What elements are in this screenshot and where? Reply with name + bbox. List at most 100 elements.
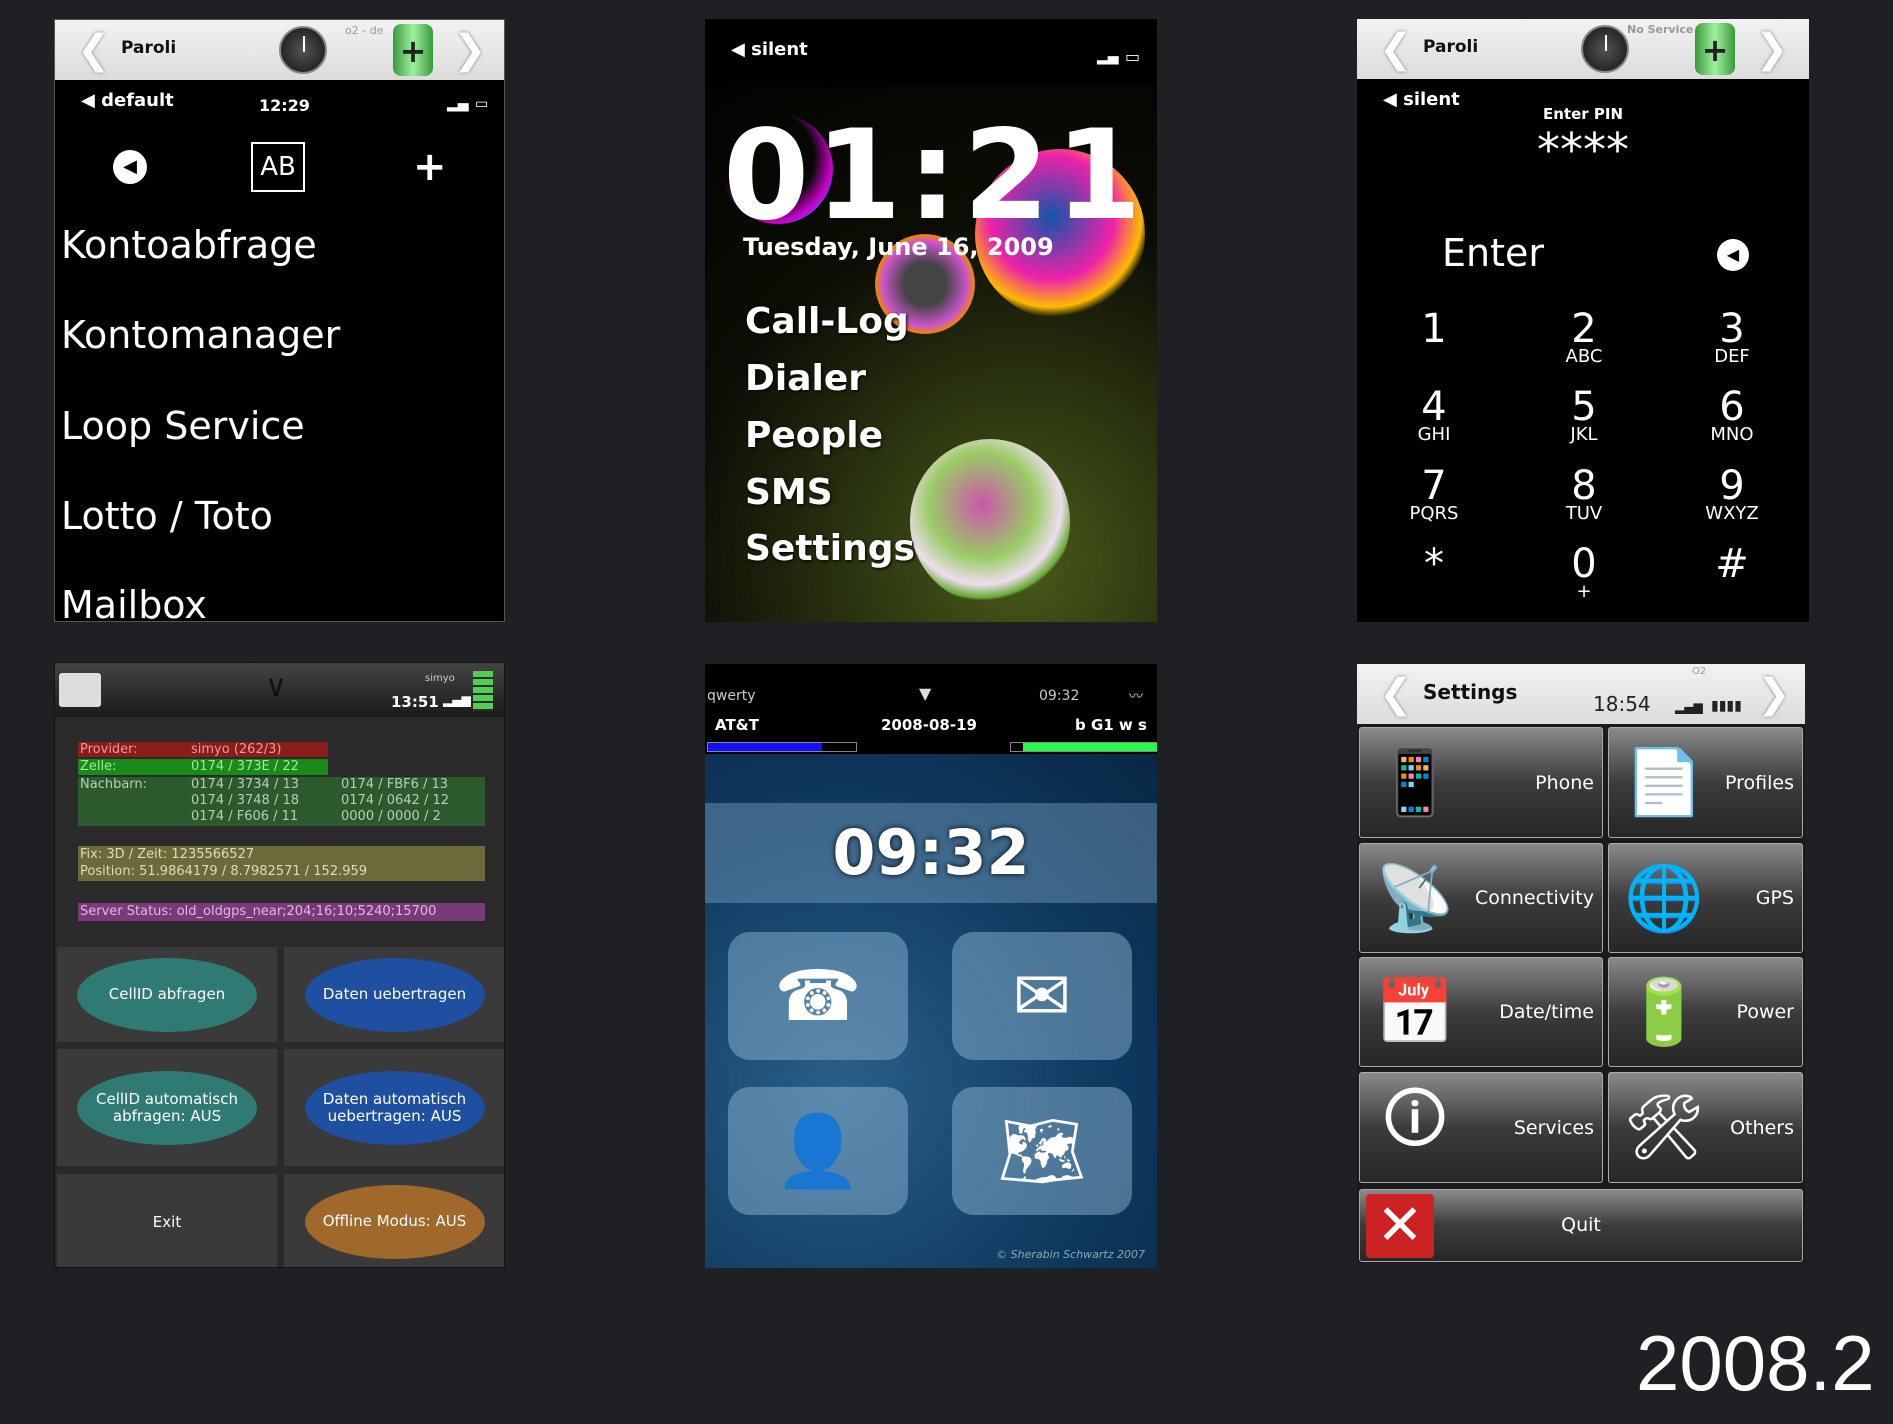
contacts-launcher-icon[interactable]: 👤 xyxy=(728,1087,908,1215)
app-title: Paroli xyxy=(121,38,177,58)
back-icon[interactable]: ◀ xyxy=(113,150,147,184)
key-digit: 7 xyxy=(1421,463,1447,509)
keypad-key-2[interactable]: 2 ABC xyxy=(1524,309,1644,367)
key-letters: JKL xyxy=(1570,424,1598,445)
menu-item[interactable]: Lotto / Toto xyxy=(61,494,273,538)
profile-label[interactable]: ◀ silent xyxy=(731,39,808,60)
time-label: 12:29 xyxy=(259,96,310,115)
menu-item[interactable]: Call-Log xyxy=(745,301,909,342)
keypad-key-3[interactable]: 3 DEF xyxy=(1672,309,1792,366)
calendar-icon: 📅 xyxy=(1375,975,1455,1050)
key-digit: 1 xyxy=(1421,306,1447,352)
speaker-icon: ◀ xyxy=(81,90,102,111)
item-label: Phone xyxy=(1535,771,1594,794)
send-data-button[interactable]: Daten uebertragen xyxy=(304,957,485,1032)
keyboard-layout-label[interactable]: qwerty xyxy=(707,688,755,704)
menu-item[interactable]: Mailbox xyxy=(61,583,207,621)
settings-connectivity[interactable]: 📡 Connectivity xyxy=(1359,843,1603,953)
messages-launcher-icon[interactable]: ✉ xyxy=(952,932,1132,1060)
settings-phone[interactable]: 📱 Phone xyxy=(1359,727,1603,838)
carrier-label: AT&T xyxy=(715,716,759,734)
quit-button[interactable]: ✕ Quit xyxy=(1359,1189,1803,1262)
item-label: Connectivity xyxy=(1474,887,1594,909)
bubble xyxy=(910,439,1070,604)
keypad-key-1[interactable]: 1 xyxy=(1374,309,1494,349)
forward-chevron-icon[interactable]: ❯ xyxy=(1757,672,1791,716)
clock-icon[interactable] xyxy=(1581,25,1629,73)
dropdown-triangle-icon[interactable]: ▼ xyxy=(919,684,931,703)
forward-chevron-icon[interactable]: ❯ xyxy=(1755,27,1789,71)
status-bar xyxy=(705,664,1157,754)
item-label: Power xyxy=(1736,1001,1794,1023)
menu-item[interactable]: Kontoabfrage xyxy=(61,223,317,267)
settings-gps[interactable]: 🌐 GPS xyxy=(1608,843,1803,953)
back-chevron-icon[interactable]: ❮ xyxy=(77,28,111,72)
backspace-icon[interactable]: ◀ xyxy=(1717,239,1749,271)
auto-send-toggle[interactable]: Daten automatisch uebertragen: AUS xyxy=(304,1070,485,1145)
keypad-key-5[interactable]: 5 JKL xyxy=(1524,387,1644,445)
enter-pin-label: Enter PIN xyxy=(1542,105,1624,119)
settings-services[interactable]: 🛈 Services xyxy=(1359,1072,1603,1183)
auto-cellid-toggle[interactable]: CellID automatisch abfragen: AUS xyxy=(77,1070,257,1145)
menu-item[interactable]: SMS xyxy=(745,472,833,513)
antenna-icon: 📡 xyxy=(1375,861,1455,936)
settings-datetime[interactable]: 📅 Date/time xyxy=(1359,957,1603,1067)
keypad-key-8[interactable]: 8 TUV xyxy=(1524,463,1644,523)
key-digit: 4 xyxy=(1421,384,1447,430)
back-chevron-icon[interactable]: ❮ xyxy=(1379,672,1413,716)
neighbors-block: Nachbarn: 0174 / 3734 / 13 0174 / FBF6 /… xyxy=(78,777,485,826)
menu-item[interactable]: Settings xyxy=(745,528,915,569)
signal-icon: ▂▄ xyxy=(1097,49,1119,65)
signal-icon: ▂▄▆ xyxy=(443,693,471,707)
clock-icon[interactable] xyxy=(279,26,327,74)
clock-time: 01:21 xyxy=(723,104,1148,248)
keypad-key-7[interactable]: 7 PQRS xyxy=(1374,463,1494,523)
phone-launcher-icon[interactable]: ☎ xyxy=(728,932,908,1060)
globe-icon: 🌐 xyxy=(1624,861,1704,936)
exit-button[interactable]: Exit xyxy=(57,1174,277,1267)
neighbor-cell: 0174 / 0642 / 12 xyxy=(341,793,449,808)
chevron-down-icon[interactable]: ∨ xyxy=(265,669,287,704)
menu-item[interactable]: People xyxy=(745,415,883,456)
profile-text: default xyxy=(101,90,174,111)
top-bar: ∨ simyo 13:51 ▂▄▆ xyxy=(55,663,504,717)
battery-icon[interactable]: + xyxy=(1695,23,1735,75)
keyboard-icon[interactable] xyxy=(59,673,101,707)
server-status: Server Status: old_oldgps_near;204;16;10… xyxy=(78,903,485,921)
item-label: Profiles xyxy=(1725,771,1794,794)
operator-label: O2 xyxy=(1692,666,1707,677)
big-clock: 09:32 xyxy=(832,816,1030,889)
keypad-key-9[interactable]: 9 WXYZ xyxy=(1672,466,1792,523)
plus-icon[interactable]: + xyxy=(413,144,447,190)
forward-chevron-icon[interactable]: ❯ xyxy=(453,28,487,72)
enter-button[interactable]: Enter xyxy=(1442,231,1544,275)
neighbor-cell: 0000 / 0000 / 2 xyxy=(341,809,441,824)
cell-value: 0174 / 373E / 22 xyxy=(191,759,299,774)
fix-label: Fix: 3D / Zeit: 1235566527 xyxy=(80,847,255,862)
profile-text: silent xyxy=(751,39,808,60)
menu-item[interactable]: Dialer xyxy=(745,358,866,399)
profile-label[interactable]: ◀ default xyxy=(81,90,174,111)
menu-item[interactable]: Loop Service xyxy=(61,404,305,448)
settings-power[interactable]: 🔋 Power xyxy=(1608,957,1803,1067)
settings-profiles[interactable]: 📄 Profiles xyxy=(1608,727,1803,838)
offline-mode-toggle[interactable]: Offline Modus: AUS xyxy=(304,1184,485,1259)
keypad-key-6[interactable]: 6 MNO xyxy=(1672,387,1792,444)
keyboard-ab-icon[interactable]: AB xyxy=(251,142,305,192)
key-digit: 8 xyxy=(1571,463,1597,509)
settings-others[interactable]: 🛠 Others xyxy=(1608,1072,1803,1183)
back-chevron-icon[interactable]: ❮ xyxy=(1379,27,1413,71)
menu-item[interactable]: Kontomanager xyxy=(61,313,340,357)
keypad-key-11[interactable]: 0 + xyxy=(1524,544,1644,601)
pin-field[interactable]: **** xyxy=(1357,123,1809,177)
keypad-key-10[interactable]: * xyxy=(1374,544,1494,584)
battery-icon xyxy=(473,671,493,711)
keypad-key-12[interactable]: # xyxy=(1672,544,1792,584)
keypad-key-4[interactable]: 4 GHI xyxy=(1374,384,1494,444)
key-letters: ABC xyxy=(1565,346,1603,367)
cellid-query-button[interactable]: CellID abfragen xyxy=(77,957,257,1032)
map-launcher-icon[interactable]: 🗺 xyxy=(952,1087,1132,1215)
battery-icon[interactable]: + xyxy=(393,24,433,76)
date-label: Tuesday, June 16, 2009 xyxy=(743,233,1054,261)
signal-icon: ▂▄ xyxy=(447,96,469,112)
